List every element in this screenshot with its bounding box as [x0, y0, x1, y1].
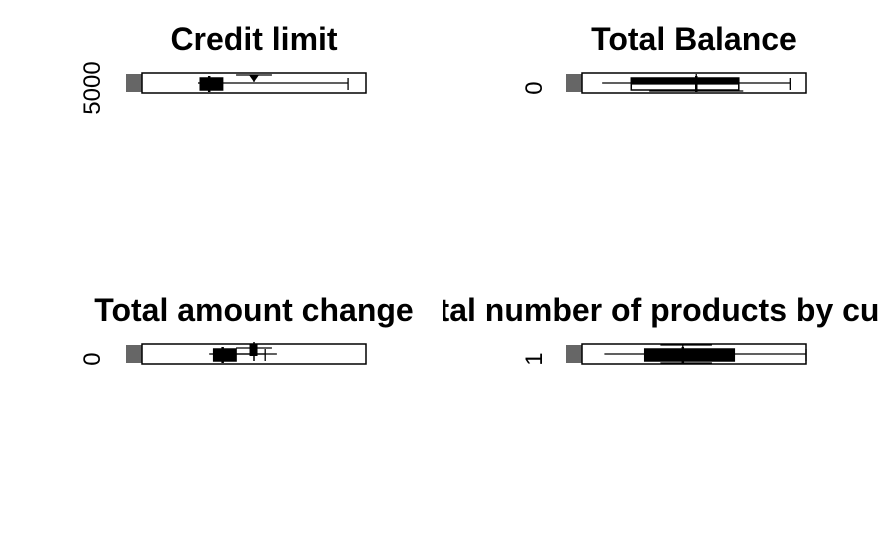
- panels: Credit limit5000Total Balance0Total amou…: [79, 21, 880, 366]
- axis-ticks: [566, 74, 582, 92]
- axis-tick-label: 0: [521, 81, 548, 94]
- outliers: [236, 74, 272, 82]
- boxplot-panel-1: Credit limit 5000: [79, 21, 367, 115]
- panel-title: Total Balance: [591, 21, 797, 57]
- axis-ticks: [126, 74, 142, 92]
- axis-tick-label: 0: [79, 352, 106, 365]
- boxplot-panel-3: Total amount change 0: [79, 292, 414, 366]
- outliers: [236, 342, 277, 361]
- boxplot-grid: Credit limit5000Total Balance0Total amou…: [79, 21, 880, 366]
- panel-title: Credit limit: [170, 21, 337, 57]
- box-iqr: [212, 348, 237, 362]
- box-iqr: [199, 77, 224, 91]
- axis-tick-label: 1: [521, 352, 548, 365]
- panel-title: Total number of products by customer: [402, 292, 880, 328]
- boxplot-panel-4: Total number of products by customer 1: [402, 292, 880, 366]
- box-fill-band: [631, 78, 739, 85]
- box-iqr: [643, 348, 736, 362]
- axis-ticks: [126, 345, 142, 363]
- boxplot-panel-2: Total Balance 0: [521, 21, 807, 95]
- axis-ticks: [566, 345, 582, 363]
- panel-title: Total amount change: [94, 292, 413, 328]
- axis-tick-label: 5000: [79, 61, 106, 114]
